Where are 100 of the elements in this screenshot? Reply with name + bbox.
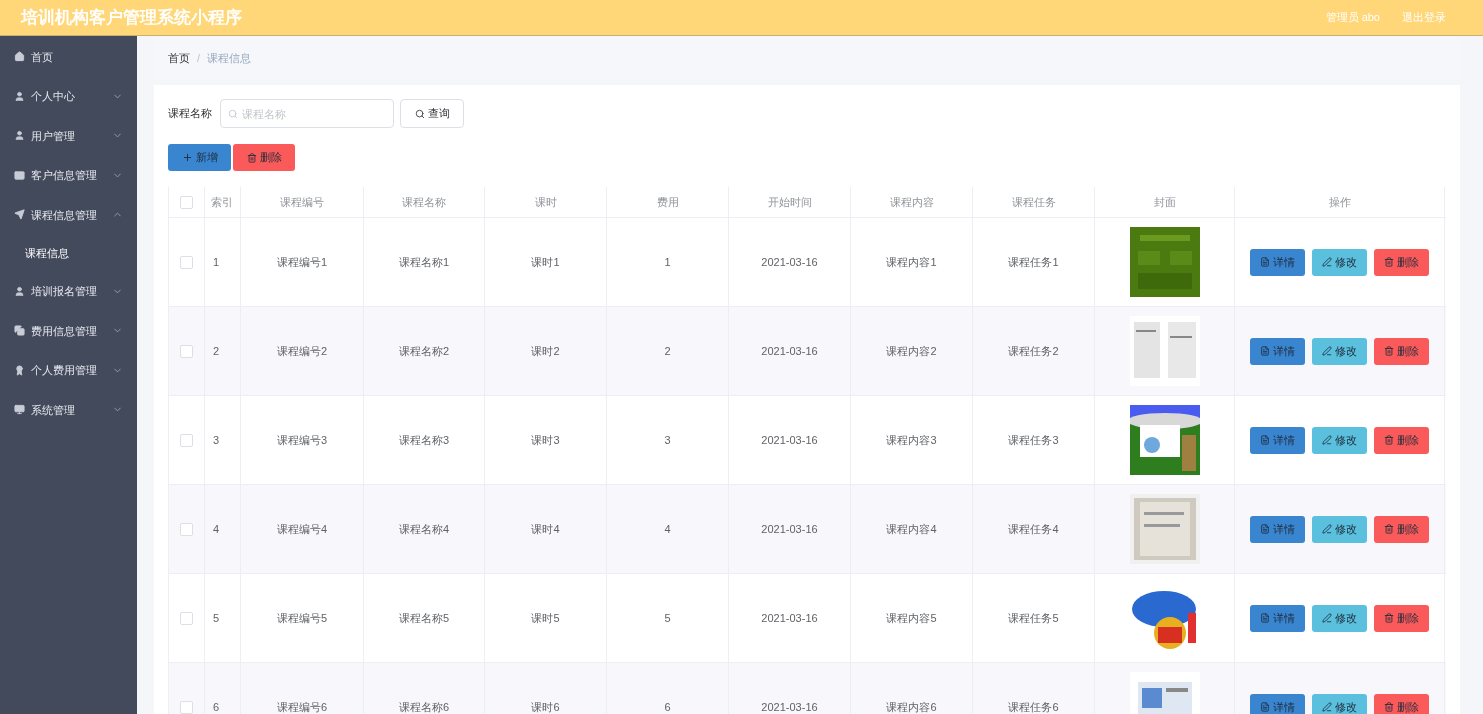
table-cell-text: 2021-03-16 bbox=[761, 699, 818, 714]
sidebar-item[interactable]: 系统管理 bbox=[0, 390, 137, 430]
table-cell-text: 课时1 bbox=[531, 254, 560, 270]
table-cell-text: 课时3 bbox=[531, 432, 560, 448]
home-icon bbox=[14, 51, 25, 63]
table-cell-text: 课程任务3 bbox=[1008, 432, 1059, 448]
table-cell-text: 课程编号1 bbox=[276, 254, 328, 270]
column-header: 课程名称 bbox=[364, 187, 485, 217]
checkbox[interactable] bbox=[180, 522, 193, 536]
row-action-button[interactable]: 修改 bbox=[1312, 248, 1367, 276]
search-field[interactable]: 课程名称 bbox=[220, 99, 394, 128]
table-cell-text: 课程任务2 bbox=[1008, 343, 1059, 359]
row-action-button[interactable]: 删除 bbox=[1374, 426, 1429, 454]
pencil-icon bbox=[1322, 702, 1332, 712]
row-action-button[interactable]: 详情 bbox=[1250, 693, 1305, 714]
row-action-button[interactable]: 修改 bbox=[1312, 604, 1367, 632]
row-action-button[interactable]: 修改 bbox=[1312, 426, 1367, 454]
sidebar-item[interactable]: 客户信息管理 bbox=[0, 155, 137, 195]
table-cell-text: 课程任务5 bbox=[1008, 610, 1059, 626]
row-action-button[interactable]: 删除 bbox=[1374, 337, 1429, 365]
column-header: 封面 bbox=[1095, 187, 1235, 217]
row-action-button[interactable]: 详情 bbox=[1250, 337, 1305, 365]
user-icon bbox=[14, 90, 25, 102]
search-button[interactable]: 查询 bbox=[400, 99, 464, 128]
table-cell-text: 课程名称1 bbox=[398, 254, 450, 270]
table-cell-text: 2021-03-16 bbox=[761, 254, 818, 270]
pencil-icon bbox=[1322, 613, 1332, 623]
delete-button[interactable]: 删除 bbox=[233, 144, 295, 171]
user-name: 管理员 abo bbox=[1325, 10, 1380, 26]
checkbox[interactable] bbox=[180, 195, 193, 209]
table-cell-text: 课时5 bbox=[531, 610, 560, 626]
row-action-button[interactable]: 修改 bbox=[1312, 515, 1367, 543]
sidebar-item[interactable]: 培训报名管理 bbox=[0, 271, 137, 311]
table-cell-text: 4 bbox=[213, 521, 220, 537]
table-cell-text: 课程编号4 bbox=[276, 521, 328, 537]
checkbox[interactable] bbox=[180, 611, 193, 625]
sidebar-item[interactable]: 用户管理 bbox=[0, 116, 137, 156]
checkbox[interactable] bbox=[180, 700, 193, 714]
table-cell-text: 2021-03-16 bbox=[761, 610, 818, 626]
document-icon bbox=[1260, 435, 1270, 445]
app-title: 培训机构客户管理系统小程序 bbox=[21, 6, 242, 29]
table-cell-text: 课程编号2 bbox=[276, 343, 328, 359]
table-cell-text: 课程内容5 bbox=[886, 610, 937, 626]
table-cell-text: 课程名称4 bbox=[398, 521, 450, 537]
table-cell-text: 2 bbox=[664, 343, 671, 359]
table-cell-text: 课程内容6 bbox=[886, 699, 937, 714]
sidebar-item[interactable]: 个人中心 bbox=[0, 76, 137, 116]
column-header: 课程内容 bbox=[851, 187, 973, 217]
table-cell-text: 课程名称6 bbox=[398, 699, 450, 714]
checkbox[interactable] bbox=[180, 344, 193, 358]
pencil-icon bbox=[1322, 524, 1332, 534]
sidebar-item[interactable]: 首页 bbox=[0, 37, 137, 77]
table-cell-text: 2021-03-16 bbox=[761, 432, 818, 448]
row-action-button[interactable]: 详情 bbox=[1250, 515, 1305, 543]
pencil-icon bbox=[1322, 435, 1332, 445]
table-cell-text: 6 bbox=[664, 699, 671, 714]
document-icon bbox=[1260, 702, 1270, 712]
table-cell-text: 5 bbox=[664, 610, 671, 626]
column-header: 课程编号 bbox=[241, 187, 364, 217]
row-action-button[interactable]: 删除 bbox=[1374, 248, 1429, 276]
sidebar-item[interactable]: 个人费用管理 bbox=[0, 350, 137, 390]
row-action-button[interactable]: 修改 bbox=[1312, 693, 1367, 714]
table-cell-text: 课时2 bbox=[531, 343, 560, 359]
row-action-button[interactable]: 删除 bbox=[1374, 515, 1429, 543]
table-cell-text: 课程内容4 bbox=[886, 521, 937, 537]
table-cell-text: 1 bbox=[664, 254, 671, 270]
search-label: 课程名称 bbox=[168, 106, 212, 122]
column-header: 课时 bbox=[485, 187, 607, 217]
row-action-button[interactable]: 详情 bbox=[1250, 604, 1305, 632]
table-cell-text: 课程名称2 bbox=[398, 343, 450, 359]
checkbox[interactable] bbox=[180, 255, 193, 269]
table-cell-text: 2021-03-16 bbox=[761, 521, 818, 537]
sidebar-item[interactable]: 费用信息管理 bbox=[0, 311, 137, 351]
table-cell-text: 课程任务6 bbox=[1008, 699, 1059, 714]
column-header: 开始时间 bbox=[729, 187, 851, 217]
add-button[interactable]: 新增 bbox=[168, 144, 231, 171]
row-action-button[interactable]: 详情 bbox=[1250, 248, 1305, 276]
table-cell-text: 4 bbox=[664, 521, 671, 537]
copy-icon bbox=[14, 325, 25, 337]
user-icon bbox=[14, 130, 25, 142]
table-cell-text: 课程内容3 bbox=[886, 432, 937, 448]
award-icon bbox=[14, 364, 25, 376]
table-cell-text: 3 bbox=[664, 432, 671, 448]
pencil-icon bbox=[1322, 257, 1332, 267]
trash-icon bbox=[1384, 524, 1394, 534]
checkbox[interactable] bbox=[180, 433, 193, 447]
document-icon bbox=[1260, 524, 1270, 534]
column-header: 费用 bbox=[607, 187, 729, 217]
breadcrumb-link[interactable]: 首页 bbox=[168, 49, 190, 67]
trash-icon bbox=[1384, 346, 1394, 356]
table-cell-text: 课程名称3 bbox=[398, 432, 450, 448]
search-icon bbox=[228, 109, 238, 119]
row-action-button[interactable]: 修改 bbox=[1312, 337, 1367, 365]
row-action-button[interactable]: 详情 bbox=[1250, 426, 1305, 454]
row-action-button[interactable]: 删除 bbox=[1374, 604, 1429, 632]
sidebar-item[interactable]: 课程信息管理 bbox=[0, 195, 137, 235]
row-action-button[interactable]: 删除 bbox=[1374, 693, 1429, 714]
table-cell-text: 2021-03-16 bbox=[761, 343, 818, 359]
trash-icon bbox=[1384, 613, 1394, 623]
breadcrumb-separator: / bbox=[197, 50, 201, 66]
